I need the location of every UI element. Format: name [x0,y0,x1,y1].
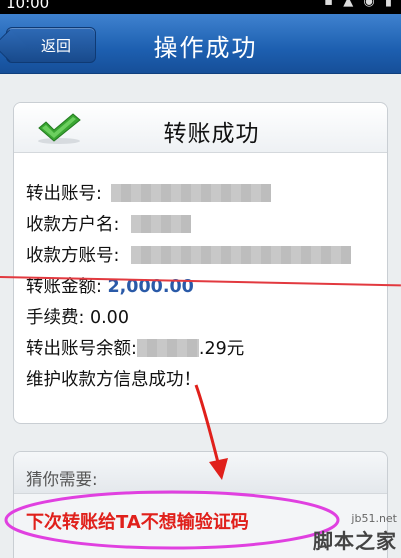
transfer-result-card: 转账成功 转出账号: 收款方户名: 收款方账号: 转账金额: 2,000.00 … [13,102,388,424]
masked-payee-account [130,246,351,264]
row-balance: 转出账号余额: .29元 [26,334,387,365]
from-account-label: 转出账号: [26,184,102,204]
balance-label: 转出账号余额: [26,339,137,359]
result-details: 转出账号: 收款方户名: 收款方账号: 转账金额: 2,000.00 手续费: … [14,153,387,396]
page-title: 操作成功 [153,34,258,62]
row-payee-name: 收款方户名: [26,210,387,241]
result-title: 转账成功 [163,121,260,147]
watermark-site: jb51.net [351,512,397,525]
payee-account-label: 收款方账号: [26,246,120,266]
masked-payee-name [130,215,191,233]
row-amount: 转账金额: 2,000.00 [26,272,387,303]
result-card-header: 转账成功 [14,103,387,153]
row-fee: 手续费: 0.00 [26,303,387,334]
status-icons: ▪ ▲ ◉ ▮ [324,0,395,9]
fee-value: 0.00 [89,308,129,328]
status-bar: 10:00 ▪ ▲ ◉ ▮ [0,0,401,14]
amount-label: 转账金额: [26,277,102,297]
watermark-name: 脚本之家 [313,529,397,553]
balance-value: .29元 [198,339,245,359]
row-from-account: 转出账号: [26,179,387,210]
nav-bar: 返回 操作成功 [0,14,401,74]
status-time: 10:00 [6,0,50,12]
masked-balance [136,339,199,357]
payee-saved-message: 维护收款方信息成功！ [26,370,201,390]
masked-from-account [111,184,272,202]
watermark: jb51.net 脚本之家 [313,512,397,554]
row-payee-saved: 维护收款方信息成功！ [26,365,387,396]
payee-name-label: 收款方户名: [26,215,120,235]
fee-label: 手续费: [26,308,85,328]
row-payee-account: 收款方账号: [26,241,387,272]
suggestion-skip-code-link[interactable]: 下次转账给TA不想输验证码 [26,508,249,534]
suggestion-title: 猜你需要: [14,452,387,494]
